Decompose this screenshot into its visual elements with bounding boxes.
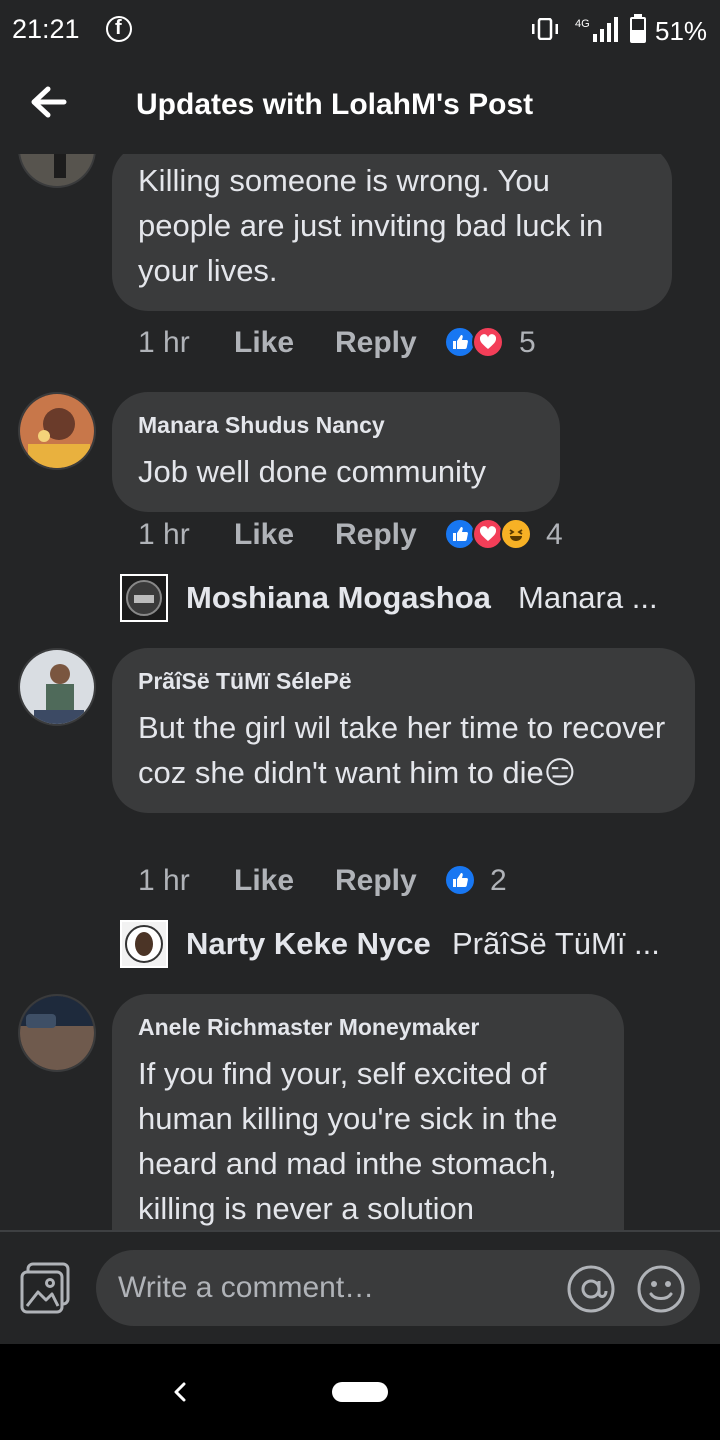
reply-text: PrãîSë TüMï ... [452, 926, 660, 961]
app-header: Updates with LolahM's Post [0, 62, 720, 154]
reply-author[interactable]: Narty Keke Nyce [186, 926, 431, 962]
page-title: Updates with LolahM's Post [136, 88, 534, 121]
comment-composer [0, 1232, 720, 1344]
comment-actions: 1 hr Like Reply 4 [138, 518, 698, 558]
comment-actions: 1 hr Like Reply 2 [138, 864, 698, 904]
vibrate-icon [532, 18, 558, 40]
avatar[interactable] [120, 574, 168, 622]
system-nav-bar [0, 1344, 720, 1440]
reaction-count[interactable]: 4 [546, 518, 563, 552]
avatar[interactable] [18, 648, 96, 726]
avatar[interactable] [18, 392, 96, 470]
comment-bubble[interactable]: PrãîSë TüMï SélePë But the girl wil take… [112, 648, 695, 813]
comment-text: If you find your, self excited of human … [138, 1056, 558, 1226]
comment-time: 1 hr [138, 326, 190, 359]
comment-text: But the girl wil take her time to recove… [138, 710, 666, 790]
photo-icon[interactable] [20, 1262, 72, 1314]
avatar[interactable] [18, 154, 96, 188]
comment-text: Job well done community [138, 454, 487, 489]
like-button[interactable]: Like [234, 864, 294, 898]
reply-button[interactable]: Reply [335, 864, 417, 898]
reply-button[interactable]: Reply [335, 518, 417, 552]
battery-level-fill [632, 29, 644, 41]
battery-icon [630, 17, 646, 43]
arrow-left-icon[interactable] [28, 84, 68, 120]
comment-time: 1 hr [138, 518, 190, 551]
like-button[interactable]: Like [234, 326, 294, 360]
at-icon[interactable] [566, 1264, 616, 1314]
home-button[interactable] [332, 1382, 388, 1402]
status-bar: 21:21 4G 51% [0, 0, 720, 62]
comment-time: 1 hr [138, 864, 190, 897]
comment-bubble[interactable]: Killing someone is wrong. You people are… [112, 154, 672, 311]
comments-list[interactable]: Killing someone is wrong. You people are… [0, 154, 720, 1230]
comment-actions: 1 hr Like Reply 5 [138, 326, 698, 366]
chevron-left-icon[interactable] [166, 1374, 194, 1410]
reaction-count[interactable]: 2 [490, 864, 507, 898]
comment-text: Killing someone is wrong. You people are… [138, 163, 604, 288]
love-icon[interactable] [472, 326, 504, 358]
comment-bubble[interactable]: Manara Shudus Nancy Job well done commun… [112, 392, 560, 512]
comment-author[interactable]: Anele Richmaster Moneymaker [138, 1014, 598, 1041]
comment-author[interactable]: Manara Shudus Nancy [138, 412, 534, 439]
comment-bubble[interactable]: Anele Richmaster Moneymaker If you find … [112, 994, 624, 1230]
avatar[interactable] [18, 994, 96, 1072]
like-button[interactable]: Like [234, 518, 294, 552]
avatar[interactable] [120, 920, 168, 968]
emoji-icon[interactable] [636, 1264, 686, 1314]
comment-author[interactable]: PrãîSë TüMï SélePë [138, 668, 669, 695]
reply-text: Manara ... [518, 580, 658, 615]
signal-icon: 4G [575, 17, 618, 42]
haha-icon[interactable] [500, 518, 532, 550]
reply-author[interactable]: Moshiana Mogashoa [186, 580, 491, 616]
reply-preview[interactable]: Narty Keke Nyce PrãîSë TüMï ... [120, 920, 680, 972]
facebook-notification-icon [106, 16, 132, 42]
reply-button[interactable]: Reply [335, 326, 417, 360]
like-icon[interactable] [444, 864, 476, 896]
battery-percent: 51% [655, 16, 708, 46]
network-type-label: 4G [575, 18, 590, 30]
reply-preview[interactable]: Moshiana Mogashoa Manara ... [120, 574, 680, 626]
status-time: 21:21 [12, 14, 80, 44]
reaction-count[interactable]: 5 [519, 326, 536, 360]
